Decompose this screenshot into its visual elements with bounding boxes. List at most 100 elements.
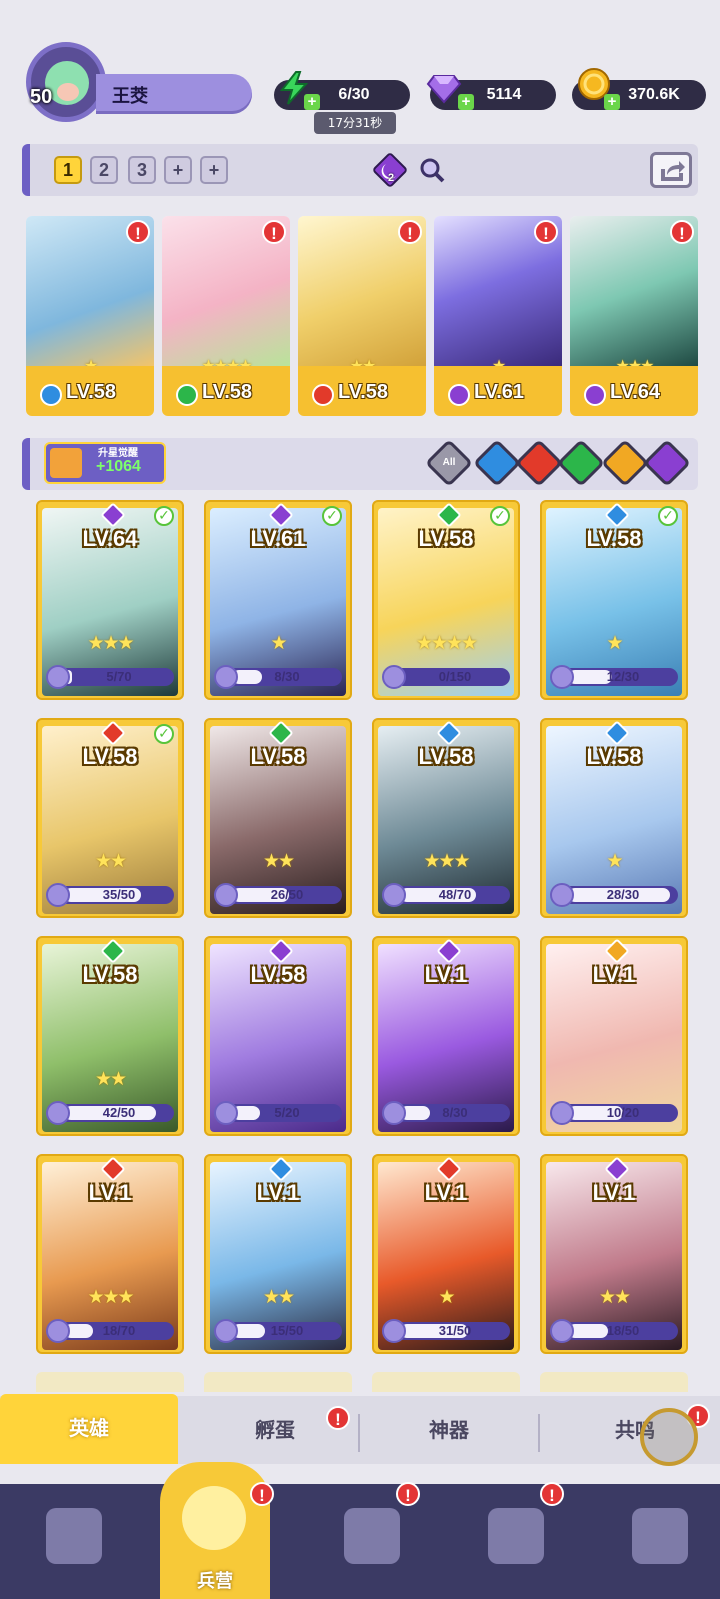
fire-element-icon (312, 384, 334, 406)
hero-level: LV.58 (338, 381, 389, 403)
hero-card[interactable]: ✓ LV.64 ★★★ 5/70 (36, 500, 184, 700)
hero-stars: ★★ (598, 1286, 631, 1308)
hero-card[interactable]: LV.1 ★★ 15/50 (204, 1154, 352, 1354)
hero-stars: ★ (606, 632, 623, 654)
hero-card[interactable]: ✓ LV.58 ★★★★ 0/150 (372, 500, 520, 700)
team-tab-2[interactable]: 2 (90, 156, 118, 184)
shard-progress-bar: 8/30 (214, 665, 342, 689)
nav-barracks[interactable]: 兵营 (160, 1462, 270, 1599)
shard-count: 26/50 (270, 887, 304, 902)
dark-element-icon (448, 384, 470, 406)
hero-level: LV.58 (586, 526, 642, 551)
alert-icon: ! (126, 220, 150, 244)
shard-icon (46, 1101, 70, 1125)
hero-stars: ★★ (262, 1286, 295, 1308)
shard-progress-bar: 42/50 (46, 1101, 174, 1125)
alert-icon: ! (262, 220, 286, 244)
shard-icon (382, 883, 406, 907)
player-avatar[interactable] (26, 42, 106, 122)
hero-card[interactable]: ✓ LV.61 ★ 8/30 (204, 500, 352, 700)
tab-artifact[interactable]: 神器 (364, 1396, 534, 1464)
upgrade-ready-check-icon: ✓ (490, 506, 510, 526)
team-hero-slot-3[interactable]: ★★ LV.58 ! (298, 216, 426, 416)
tab-heroes[interactable]: 英雄 (0, 1394, 178, 1464)
team-hero-slot-2[interactable]: ★★★★ LV.58 ! (162, 216, 290, 416)
hero-level: LV.1 (88, 1180, 132, 1205)
shard-count: 5/20 (274, 1105, 300, 1120)
team-tab-add-2[interactable]: + (200, 156, 228, 184)
shard-progress-bar: 5/70 (46, 665, 174, 689)
hero-card-partial (372, 1372, 520, 1392)
shard-progress-bar: 18/50 (550, 1319, 678, 1343)
team-tab-3[interactable]: 3 (128, 156, 156, 184)
nav-shop[interactable] (602, 1490, 712, 1590)
hero-level: LV.1 (592, 962, 636, 987)
shard-count: 35/50 (102, 887, 136, 902)
sword-icon (50, 448, 82, 478)
shard-count: 10/20 (606, 1105, 640, 1120)
castle-icon (488, 1508, 544, 1564)
add-energy-icon[interactable]: + (304, 94, 320, 110)
hero-level: LV.61 (474, 381, 525, 403)
shard-progress-bar: 0/150 (382, 665, 510, 689)
shard-progress-bar: 26/50 (214, 883, 342, 907)
team-hero-slot-5[interactable]: ★★★ LV.64 ! (570, 216, 698, 416)
floating-action-button[interactable] (640, 1408, 698, 1466)
hero-card[interactable]: LV.58 ★★★ 48/70 (372, 718, 520, 918)
add-gold-icon[interactable]: + (604, 94, 620, 110)
shard-count: 8/30 (442, 1105, 468, 1120)
hero-stars: ★ (438, 1286, 455, 1308)
team-tab-add-1[interactable]: + (164, 156, 192, 184)
magnifier-icon[interactable] (418, 156, 446, 184)
alert-icon: ! (398, 220, 422, 244)
alert-icon: ! (250, 1482, 274, 1506)
hero-level: LV.1 (424, 1180, 468, 1205)
hero-card[interactable]: LV.58 5/20 (204, 936, 352, 1136)
dark-element-icon (584, 384, 606, 406)
shard-progress-bar: 10/20 (550, 1101, 678, 1125)
nav-barracks-label: 兵营 (197, 1571, 233, 1592)
hero-stars: ★★ (94, 1068, 127, 1090)
shard-progress-bar: 5/20 (214, 1101, 342, 1125)
shard-icon (550, 1101, 574, 1125)
shard-count: 42/50 (102, 1105, 136, 1120)
hero-card[interactable]: LV.1 8/30 (372, 936, 520, 1136)
hero-level: LV.1 (592, 1180, 636, 1205)
add-gems-icon[interactable]: + (458, 94, 474, 110)
share-button[interactable] (650, 152, 692, 188)
upgrade-ready-check-icon: ✓ (154, 506, 174, 526)
water-element-icon (40, 384, 62, 406)
energy-value: 6/30 (338, 86, 370, 103)
hero-stars: ★★★ (423, 850, 470, 872)
tab-divider (538, 1414, 540, 1452)
hero-card[interactable]: LV.1 ★★★ 18/70 (36, 1154, 184, 1354)
hero-card[interactable]: LV.1 ★ 31/50 (372, 1154, 520, 1354)
cards-icon (46, 1508, 102, 1564)
team-tab-1[interactable]: 1 (54, 156, 82, 184)
shard-count: 28/30 (606, 887, 640, 902)
hero-level-plate: LV.58 (162, 366, 290, 416)
hero-card-partial (204, 1372, 352, 1392)
nav-cards[interactable] (16, 1490, 126, 1590)
hero-card[interactable]: ✓ LV.58 ★ 12/30 (540, 500, 688, 700)
share-icon (661, 161, 685, 181)
team-hero-slot-1[interactable]: ★ LV.58 ! (26, 216, 154, 416)
hero-card[interactable]: LV.1 10/20 (540, 936, 688, 1136)
hero-card[interactable]: LV.1 ★★ 18/50 (540, 1154, 688, 1354)
hero-stars: ★ (606, 850, 623, 872)
hero-level: LV.64 (82, 526, 138, 551)
shard-count: 18/50 (606, 1323, 640, 1338)
hero-stars: ★ (270, 632, 287, 654)
hero-card[interactable]: LV.58 ★ 28/30 (540, 718, 688, 918)
hero-card[interactable]: LV.58 ★★ 42/50 (36, 936, 184, 1136)
team-hero-slot-4[interactable]: ★ LV.61 ! (434, 216, 562, 416)
hero-level: LV.58 (66, 381, 117, 403)
shard-count: 18/70 (102, 1323, 136, 1338)
shard-count: 31/50 (438, 1323, 472, 1338)
awaken-value: +1064 (96, 458, 141, 475)
shard-count: 5/70 (106, 669, 132, 684)
hero-card-partial (540, 1372, 688, 1392)
shard-progress-bar: 48/70 (382, 883, 510, 907)
hero-card[interactable]: LV.58 ★★ 26/50 (204, 718, 352, 918)
hero-card[interactable]: ✓ LV.58 ★★ 35/50 (36, 718, 184, 918)
